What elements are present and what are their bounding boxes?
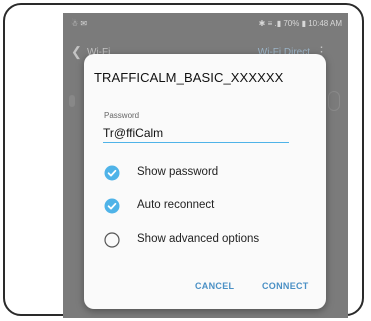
password-field[interactable] — [103, 124, 289, 143]
cancel-button[interactable]: CANCEL — [195, 281, 234, 291]
notification-icons: ☃ ✉ — [71, 19, 88, 28]
status-indicators: ✱ ≡ .▮ 70% ▮ 10:48 AM — [258, 19, 342, 28]
device-frame: ☃ ✉ ✱ ≡ .▮ 70% ▮ 10:48 AM ❮ Wi-Fi Wi-Fi … — [3, 3, 364, 318]
show-password-label: Show password — [137, 166, 219, 178]
status-bar: ☃ ✉ ✱ ≡ .▮ 70% ▮ 10:48 AM — [63, 13, 348, 33]
background-list-fragment — [69, 95, 75, 107]
auto-reconnect-label: Auto reconnect — [137, 199, 215, 211]
back-icon[interactable]: ❮ — [71, 45, 82, 58]
wifi-connect-dialog: TRAFFICALM_BASIC_XXXXXX Password Show pa… — [84, 54, 326, 309]
checked-checkbox-icon[interactable] — [104, 165, 120, 181]
unchecked-checkbox-icon[interactable] — [104, 232, 120, 248]
show-advanced-option[interactable]: Show advanced options — [104, 230, 304, 250]
auto-reconnect-option[interactable]: Auto reconnect — [104, 196, 304, 216]
phone-screen: ☃ ✉ ✱ ≡ .▮ 70% ▮ 10:48 AM ❮ Wi-Fi Wi-Fi … — [63, 13, 348, 318]
connect-button[interactable]: CONNECT — [262, 281, 309, 291]
password-label: Password — [104, 111, 140, 120]
show-password-option[interactable]: Show password — [104, 163, 304, 183]
show-advanced-label: Show advanced options — [137, 233, 260, 245]
checked-checkbox-icon[interactable] — [104, 198, 120, 214]
background-toggle-fragment — [328, 91, 340, 111]
network-name: TRAFFICALM_BASIC_XXXXXX — [94, 70, 284, 85]
